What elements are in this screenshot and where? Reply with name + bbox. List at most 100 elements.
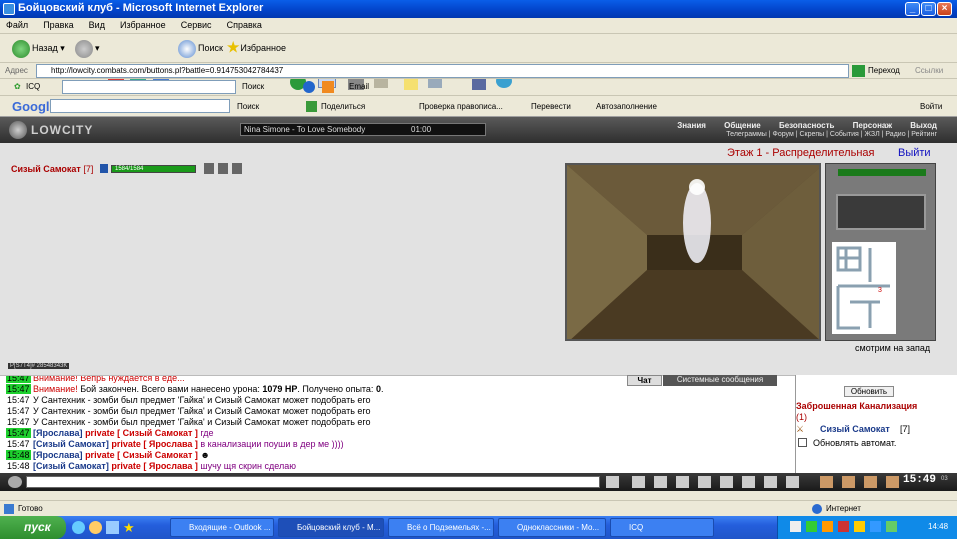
back-arrow-icon <box>12 39 30 58</box>
minimap-svg: 3 <box>832 242 896 334</box>
nav-security[interactable]: Безопасность <box>779 121 835 130</box>
volume-icon[interactable] <box>742 476 755 488</box>
music-player[interactable]: Nina Simone - To Love Somebody 01:00 <box>240 123 486 136</box>
weather-icon[interactable] <box>322 81 334 93</box>
chat-input-bar: 15:49 03 <box>0 473 957 491</box>
search-icon <box>178 39 196 58</box>
tab-chat[interactable]: Чат <box>627 375 662 386</box>
share-button[interactable]: Поделиться <box>321 102 365 111</box>
tray-icon-3[interactable] <box>822 521 833 532</box>
menu-edit[interactable]: Правка <box>37 18 79 30</box>
icq-search-input[interactable] <box>62 80 236 94</box>
icq-search-button[interactable]: Поиск <box>242 82 264 91</box>
filter-icon[interactable] <box>654 476 667 488</box>
member-name[interactable]: Сизый Самокат <box>820 424 890 434</box>
tray-icon-2[interactable] <box>806 521 817 532</box>
tray-icon-4[interactable] <box>838 521 849 532</box>
task-icq[interactable]: ICQ <box>610 518 714 537</box>
autofill-button[interactable]: Автозаполнение <box>596 102 657 111</box>
icq-label[interactable]: ICQ <box>26 82 40 91</box>
tray-icon-6[interactable] <box>870 521 881 532</box>
dungeon-scene-image <box>567 165 819 339</box>
ie-icon <box>3 3 15 15</box>
chat-line-2: 15:47 У Сантехник - зомби был предмет 'Г… <box>7 395 371 405</box>
tray-icon-1[interactable] <box>790 521 801 532</box>
smiles-icon[interactable] <box>676 476 689 488</box>
task-outlook[interactable]: Входящие - Outlook ... <box>170 518 274 537</box>
inventory-icon[interactable] <box>820 476 833 488</box>
chat-line-0: 15:47 Внимание! Вепрь нуждается в еде... <box>6 375 185 383</box>
forward-arrow-icon <box>75 39 93 58</box>
login-button[interactable]: Войти <box>920 102 942 111</box>
location-count: (1) <box>796 412 807 422</box>
quicklaunch-star-icon[interactable]: ★ <box>123 520 135 536</box>
chat-menu-icon[interactable] <box>8 476 22 488</box>
send-icon[interactable] <box>606 476 619 488</box>
clear-icon[interactable] <box>632 476 645 488</box>
clan-icon[interactable] <box>864 476 877 488</box>
maximize-button[interactable]: □ <box>921 2 936 16</box>
music-icon[interactable] <box>720 476 733 488</box>
menu-favorites[interactable]: Избранное <box>114 18 172 30</box>
player-name[interactable]: Сизый Самокат [7] <box>11 164 93 174</box>
tab-system-messages[interactable]: Системные сообщения <box>663 375 777 386</box>
task-dungeons[interactable]: Всё о Подземельях -... <box>388 518 494 537</box>
nav-character[interactable]: Персонаж <box>853 121 892 130</box>
chat-line-6: 15:47 [Сизый Самокат] private [ Ярослава… <box>7 439 344 449</box>
tray-icon-7[interactable] <box>886 521 897 532</box>
window-titlebar: Бойцовский клуб - Microsoft Internet Exp… <box>0 0 957 18</box>
forward-button[interactable]: ▾ <box>75 37 100 59</box>
exit-link[interactable]: Выйти <box>898 147 931 159</box>
start-button[interactable]: пуск <box>0 516 66 539</box>
minimize-button[interactable]: _ <box>905 2 920 16</box>
buff-icon-3 <box>232 163 242 174</box>
back-button[interactable]: Назад ▾ <box>12 37 65 59</box>
member-level: [7] <box>900 424 911 434</box>
auto-refresh-checkbox[interactable] <box>798 438 807 447</box>
quicklaunch-explorer-icon[interactable] <box>89 521 102 534</box>
google-toolbar: Google Поиск Поделиться Проверка правопи… <box>0 96 957 117</box>
dungeon-view <box>565 163 821 341</box>
system-tray: 14:48 <box>777 516 957 539</box>
tray-icon-5[interactable] <box>854 521 865 532</box>
chat-input[interactable] <box>26 476 600 488</box>
icq-email-button[interactable]: Email <box>349 82 369 91</box>
svg-text:3: 3 <box>878 287 882 294</box>
refresh-button[interactable]: Обновить <box>844 386 894 397</box>
google-search-input[interactable] <box>50 99 230 113</box>
menu-view[interactable]: Вид <box>83 18 111 30</box>
task-odnoklassniki[interactable]: Одноклассники - Мо... <box>498 518 606 537</box>
links-label[interactable]: Ссылки <box>915 66 943 75</box>
menu-file[interactable]: Файл <box>0 18 34 30</box>
close-button[interactable]: × <box>937 2 952 16</box>
people-icon[interactable] <box>842 476 855 488</box>
trade-icon[interactable] <box>698 476 711 488</box>
bag-icon[interactable] <box>786 476 799 488</box>
task-fightclub[interactable]: Бойцовский клуб - М... <box>278 518 384 537</box>
globe-icon[interactable] <box>303 81 315 93</box>
chat-line-8: 15:48 [Сизый Самокат] private [ Ярослава… <box>7 461 296 471</box>
info-icon[interactable] <box>100 164 108 173</box>
translate-button[interactable]: Перевести <box>531 102 571 111</box>
go-arrow-icon[interactable] <box>852 65 865 77</box>
search-button[interactable]: Поиск <box>178 37 223 59</box>
menu-help[interactable]: Справка <box>221 18 268 30</box>
internet-zone-icon <box>812 504 822 514</box>
quicklaunch-ie-icon[interactable] <box>72 521 85 534</box>
direction-controls[interactable] <box>836 194 926 230</box>
nav-exit[interactable]: Выход <box>910 121 937 130</box>
menu-tools[interactable]: Сервис <box>175 18 218 30</box>
emoticon-icon[interactable] <box>764 476 777 488</box>
spellcheck-button[interactable]: Проверка правописа... <box>419 102 503 111</box>
game-nav-secondary[interactable]: Телеграммы | Форум | Скрепы | События | … <box>726 131 937 141</box>
icq-toolbar: ✿ ICQ Поиск Email <box>0 79 957 96</box>
google-search-button[interactable]: Поиск <box>237 102 259 111</box>
quicklaunch-desktop-icon[interactable] <box>106 521 119 534</box>
nav-communication[interactable]: Общение <box>724 121 761 130</box>
go-button[interactable]: Переход <box>868 66 900 75</box>
exit-game-icon[interactable] <box>886 476 899 488</box>
address-input[interactable]: http://lowcity.combats.com/buttons.pl?ba… <box>36 64 849 78</box>
nav-knowledge[interactable]: Знания <box>677 121 706 130</box>
smiley-icon: ☻ <box>200 450 210 460</box>
favorites-button[interactable]: ★Избранное <box>226 37 286 59</box>
